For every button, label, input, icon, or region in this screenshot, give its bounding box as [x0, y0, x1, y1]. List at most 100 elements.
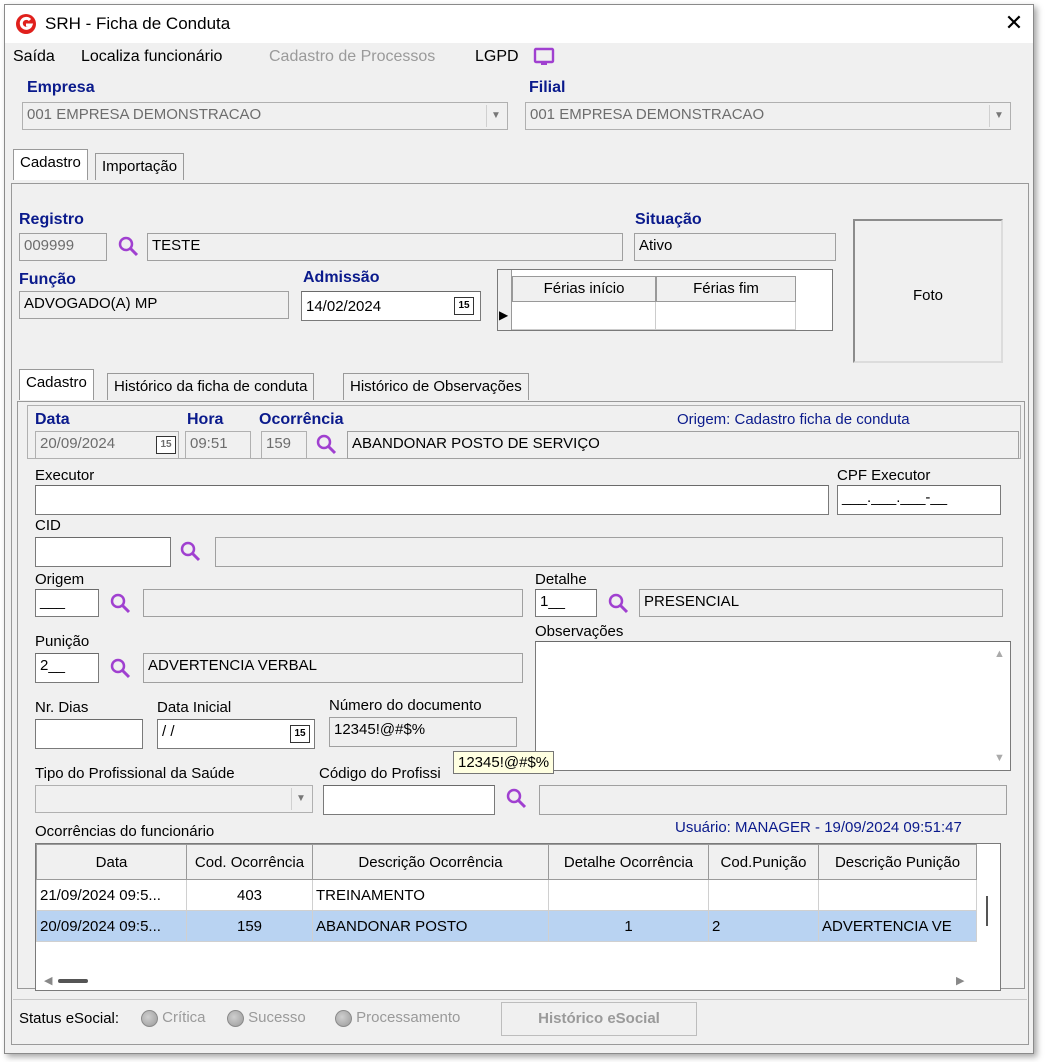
search-icon[interactable] — [179, 540, 201, 562]
scroll-right-icon[interactable]: ▶ — [956, 974, 964, 987]
data-field[interactable]: 20/09/2024 15 — [35, 431, 179, 459]
filial-label: Filial — [529, 79, 566, 96]
cell-descricao-punicao: ADVERTENCIA VE — [818, 910, 977, 942]
menu-lgpd[interactable]: LGPD — [475, 48, 519, 66]
nr-dias-field[interactable] — [35, 719, 143, 749]
executor-field[interactable] — [35, 485, 829, 515]
funcao-label: Função — [19, 271, 76, 288]
observacoes-scrollbar[interactable]: ▲ ▼ — [990, 642, 1010, 770]
radio-critica-label: Crítica — [162, 1009, 206, 1026]
tab-importacao[interactable]: Importação — [95, 153, 185, 180]
tipo-profissional-select[interactable]: ▼ — [35, 785, 313, 813]
data-inicial-field[interactable]: / / 15 — [157, 719, 315, 749]
radio-critica[interactable]: Crítica — [141, 1009, 206, 1027]
detalhe-label: Detalhe — [535, 571, 587, 588]
detalhe-desc-field: PRESENCIAL — [639, 589, 1003, 617]
ferias-inicio-cell[interactable] — [512, 302, 656, 330]
cell-cod-ocorrencia: 403 — [186, 879, 313, 911]
hora-field[interactable]: 09:51 — [185, 431, 251, 459]
main-window: SRH - Ficha de Conduta ✕ Saída Localiza … — [4, 4, 1034, 1054]
origem-code-field[interactable]: ___ — [35, 589, 99, 617]
cpf-executor-label: CPF Executor — [837, 467, 931, 484]
calendar-icon[interactable]: 15 — [156, 436, 176, 454]
menu-localiza-funcionario[interactable]: Localiza funcionário — [81, 48, 222, 66]
historico-esocial-button[interactable]: Histórico eSocial — [501, 1002, 697, 1036]
tooltip: 12345!@#$% — [453, 751, 555, 774]
close-button[interactable]: ✕ — [1000, 9, 1028, 37]
admissao-field[interactable]: 14/02/2024 15 — [301, 291, 481, 321]
radio-processamento[interactable]: Processamento — [335, 1009, 460, 1027]
chevron-down-icon: ▼ — [989, 105, 1008, 127]
search-icon[interactable] — [607, 592, 629, 614]
cpf-executor-field[interactable]: ___.___.___-__ — [837, 485, 1001, 515]
cell-data: 20/09/2024 09:5... — [36, 910, 187, 942]
observacoes-textarea[interactable]: ▲ ▼ — [535, 641, 1011, 771]
tab-historico-observacoes[interactable]: Histórico de Observações — [343, 373, 529, 400]
status-bar: Status eSocial: Crítica Sucesso Processa… — [13, 999, 1027, 1039]
scroll-down-icon[interactable]: ▼ — [994, 752, 1005, 764]
ocorrencia-code-field[interactable]: 159 — [261, 431, 307, 459]
search-icon[interactable] — [315, 433, 337, 455]
ferias-fim-cell[interactable] — [656, 302, 796, 330]
tab-inner-cadastro[interactable]: Cadastro — [19, 369, 94, 400]
origem-label: Origem — [35, 571, 85, 588]
registro-code-field[interactable]: 009999 — [19, 233, 107, 261]
table-row-selected[interactable]: 20/09/2024 09:5... 159 ABANDONAR POSTO 1… — [36, 910, 977, 942]
search-icon[interactable] — [109, 657, 131, 679]
situacao-field: Ativo — [634, 233, 836, 261]
nr-dias-label: Nr. Dias — [35, 699, 89, 716]
observacoes-label: Observações — [535, 623, 624, 640]
calendar-icon[interactable]: 15 — [454, 297, 474, 315]
horizontal-scrollbar[interactable]: ◀ ▶ — [36, 972, 1000, 990]
filial-select[interactable]: 001 EMPRESA DEMONSTRACAO ▼ — [525, 102, 1011, 130]
table-row[interactable]: 21/09/2024 09:5... 403 TREINAMENTO — [36, 879, 977, 911]
vertical-scroll-thumb[interactable] — [986, 896, 988, 926]
cell-detalhe-ocorrencia — [548, 879, 709, 911]
search-icon[interactable] — [505, 787, 527, 809]
monitor-icon[interactable] — [533, 47, 555, 67]
col-descricao-punicao[interactable]: Descrição Punição — [818, 844, 977, 880]
scroll-up-icon[interactable]: ▲ — [994, 648, 1005, 660]
executor-label: Executor — [35, 467, 95, 484]
scroll-left-icon[interactable]: ◀ — [44, 974, 52, 987]
ocorrencia-label: Ocorrência — [259, 411, 344, 428]
col-detalhe-ocorrencia[interactable]: Detalhe Ocorrência — [548, 844, 709, 880]
empresa-select[interactable]: 001 EMPRESA DEMONSTRACAO ▼ — [22, 102, 508, 130]
menu-cadastro-processos[interactable]: Cadastro de Processos — [269, 48, 435, 66]
horizontal-scroll-thumb[interactable] — [58, 979, 88, 983]
usuario-info: Usuário: MANAGER - 19/09/2024 09:51:47 — [675, 819, 962, 836]
col-descricao-ocorrencia[interactable]: Descrição Ocorrência — [312, 844, 549, 880]
cell-detalhe-ocorrencia: 1 — [548, 910, 709, 942]
table-header-row: Data Cod. Ocorrência Descrição Ocorrênci… — [36, 844, 977, 880]
foto-box[interactable]: Foto — [853, 219, 1003, 363]
radio-sucesso[interactable]: Sucesso — [227, 1009, 306, 1027]
codigo-profissional-label: Código do Profissi — [319, 765, 441, 782]
hora-label: Hora — [187, 411, 224, 428]
punicao-code-field[interactable]: 2__ — [35, 653, 99, 683]
col-cod-ocorrencia[interactable]: Cod. Ocorrência — [186, 844, 313, 880]
search-icon[interactable] — [117, 235, 139, 257]
numero-documento-field[interactable]: 12345!@#$% — [329, 717, 517, 747]
ocorrencia-desc-field: ABANDONAR POSTO DE SERVIÇO — [347, 431, 1019, 459]
radio-sucesso-dot — [227, 1009, 244, 1027]
window-title: SRH - Ficha de Conduta — [45, 14, 231, 33]
codigo-profissional-field[interactable] — [323, 785, 495, 815]
cid-code-field[interactable] — [35, 537, 171, 567]
admissao-value: 14/02/2024 — [306, 298, 382, 315]
tab-historico-ficha[interactable]: Histórico da ficha de conduta — [107, 373, 315, 400]
menu-saida[interactable]: Saída — [13, 48, 55, 66]
row-pointer-icon: ▶ — [499, 308, 509, 322]
radio-processamento-label: Processamento — [356, 1009, 461, 1026]
search-icon[interactable] — [109, 592, 131, 614]
codigo-profissional-desc-field — [539, 785, 1007, 815]
tab-cadastro[interactable]: Cadastro — [13, 149, 88, 180]
radio-processamento-dot — [335, 1009, 352, 1027]
data-inicial-label: Data Inicial — [157, 699, 232, 716]
detalhe-code-field[interactable]: 1__ — [535, 589, 597, 617]
col-cod-punicao[interactable]: Cod.Punição — [708, 844, 819, 880]
ferias-grid: ▶ Férias início Férias fim — [497, 269, 833, 331]
col-data[interactable]: Data — [36, 844, 187, 880]
calendar-icon[interactable]: 15 — [290, 725, 310, 743]
cell-descricao-punicao — [818, 879, 977, 911]
radio-sucesso-label: Sucesso — [248, 1009, 306, 1026]
